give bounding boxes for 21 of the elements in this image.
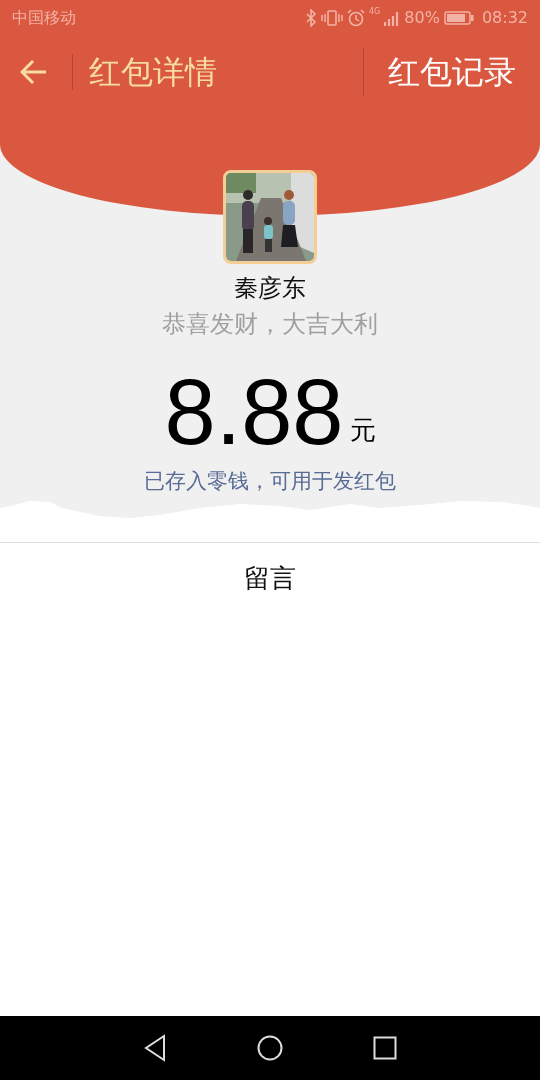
sender-name: 秦彦东 bbox=[234, 273, 306, 304]
message-section-title: 留言 bbox=[244, 562, 296, 593]
greeting-text: 恭喜发财，大吉大利 bbox=[162, 309, 378, 340]
battery-percent: 80% bbox=[404, 7, 440, 29]
recents-nav-icon[interactable] bbox=[373, 1036, 397, 1060]
balance-note-link[interactable]: 已存入零钱，可用于发红包 bbox=[144, 466, 396, 498]
bluetooth-icon bbox=[305, 9, 318, 27]
currency-unit: 元 bbox=[349, 414, 376, 447]
clock-time: 08:32 bbox=[481, 7, 528, 29]
back-nav-icon[interactable] bbox=[143, 1034, 167, 1062]
vibrate-icon bbox=[321, 9, 344, 27]
signal-icon bbox=[384, 10, 401, 26]
home-nav-icon[interactable] bbox=[257, 1035, 283, 1061]
alarm-icon bbox=[347, 9, 366, 27]
page-title: 红包详情 bbox=[89, 52, 217, 93]
amount-value: 8.88 bbox=[164, 366, 344, 458]
back-arrow-icon[interactable] bbox=[20, 59, 48, 85]
carrier-name: 中国移动 bbox=[12, 7, 76, 29]
battery-icon bbox=[443, 11, 474, 25]
network-type: 4G bbox=[369, 8, 381, 16]
records-link[interactable]: 红包记录 bbox=[363, 48, 516, 96]
